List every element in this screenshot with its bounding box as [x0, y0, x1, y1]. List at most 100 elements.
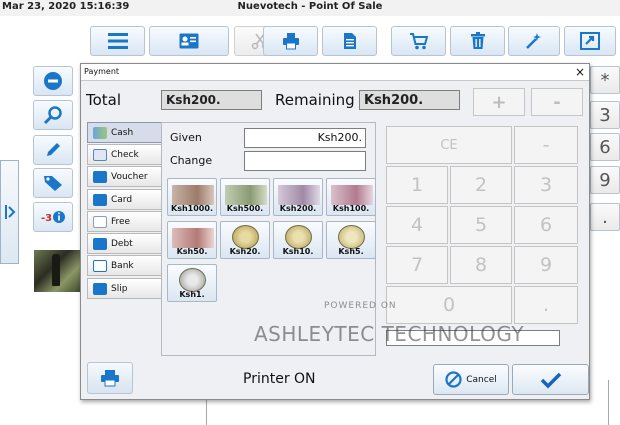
key-9[interactable]: 9: [514, 246, 578, 284]
checkmark-icon: [540, 372, 561, 388]
document-icon: [343, 33, 356, 49]
denomination-1000[interactable]: Ksh1000.: [167, 178, 217, 216]
key-minus[interactable]: -: [514, 126, 578, 164]
menu-icon: [107, 33, 128, 49]
key-3[interactable]: 3: [514, 166, 578, 204]
key-multiply[interactable]: *: [590, 66, 620, 94]
denomination-200[interactable]: Ksh200.: [273, 178, 323, 216]
key-6[interactable]: 6: [514, 206, 578, 244]
document-button[interactable]: [322, 26, 377, 56]
plus-button[interactable]: +: [473, 88, 525, 116]
collapse-panel-button[interactable]: [0, 160, 19, 264]
edit-button[interactable]: [33, 135, 73, 165]
minus-circle-icon: [44, 72, 62, 90]
cancel-button[interactable]: Cancel: [433, 364, 509, 395]
given-field[interactable]: Ksh200.: [244, 128, 366, 148]
menu-button[interactable]: [90, 26, 145, 56]
key-2[interactable]: 2: [450, 166, 512, 204]
cart-button[interactable]: [391, 26, 446, 56]
cash-icon: [93, 126, 107, 139]
watermark: ASHLEYTEC TECHNOLOGY: [254, 322, 525, 346]
tab-voucher[interactable]: Voucher: [87, 166, 163, 187]
key-dot[interactable]: .: [514, 286, 578, 324]
printer-status: Printer ON: [243, 371, 316, 387]
tab-check[interactable]: Check: [87, 144, 163, 165]
key-3[interactable]: 3: [590, 101, 620, 129]
minus-button[interactable]: -: [531, 88, 583, 116]
change-field: [244, 151, 366, 171]
customer-button[interactable]: [149, 26, 229, 56]
cash-panel: Given Ksh200. Change Ksh1000. Ksh500. Ks…: [161, 122, 376, 356]
payment-dialog: Payment × Total Ksh200. Remaining Ksh200…: [80, 63, 590, 400]
key-0[interactable]: 0: [386, 286, 512, 324]
denomination-500[interactable]: Ksh500.: [220, 178, 270, 216]
denomination-1[interactable]: Ksh1.: [167, 264, 217, 302]
denomination-5[interactable]: Ksh5.: [326, 221, 376, 259]
banknote-icon: [225, 185, 267, 205]
change-label: Change: [170, 154, 213, 167]
banknote-icon: [278, 185, 320, 205]
tab-bank[interactable]: Bank: [87, 255, 163, 276]
remaining-value: Ksh200.: [359, 90, 460, 110]
search-button[interactable]: [33, 100, 73, 130]
watermark-small: POWERED ON: [324, 301, 397, 311]
denomination-100[interactable]: Ksh100.: [326, 178, 376, 216]
svg-text:-3: -3: [41, 213, 52, 224]
close-icon[interactable]: ×: [575, 65, 585, 79]
key-4[interactable]: 4: [386, 206, 448, 244]
banknote-icon: [331, 185, 373, 205]
coin-icon: [179, 268, 206, 292]
dialog-title-bar: Payment ×: [81, 64, 589, 81]
tab-debt[interactable]: Debt: [87, 233, 163, 254]
key-6[interactable]: 6: [590, 133, 620, 161]
slip-icon: [93, 282, 107, 295]
printer-icon: [282, 33, 299, 50]
discount-icon: -3: [41, 211, 65, 224]
coin-icon: [338, 225, 365, 249]
debt-icon: [93, 237, 107, 250]
printer-icon: [101, 370, 119, 387]
voucher-icon: [93, 170, 107, 183]
app-title: Nuevotech - Point Of Sale: [237, 1, 383, 12]
tag-button[interactable]: [33, 168, 73, 198]
print-receipt-button[interactable]: [263, 26, 318, 56]
denomination-20[interactable]: Ksh20.: [220, 221, 270, 259]
ok-button[interactable]: [512, 364, 589, 395]
key-7[interactable]: 7: [386, 246, 448, 284]
pencil-icon: [47, 143, 60, 156]
product-image[interactable]: [34, 250, 80, 292]
magic-button[interactable]: [508, 26, 560, 56]
key-1[interactable]: 1: [386, 166, 448, 204]
fullscreen-button[interactable]: [564, 26, 616, 56]
title-bar: Mar 23, 2020 15:16:39 Nuevotech - Point …: [0, 0, 620, 16]
tab-cash[interactable]: Cash: [87, 122, 163, 143]
denomination-10[interactable]: Ksh10.: [273, 221, 323, 259]
coin-icon: [285, 225, 312, 249]
key-9[interactable]: 9: [590, 166, 620, 194]
banknote-icon: [172, 185, 214, 205]
divider: [608, 380, 609, 425]
payment-method-tabs: Cash Check Voucher Card Free Debt Bank S…: [87, 122, 163, 356]
delete-line-button[interactable]: [450, 26, 505, 56]
tab-slip[interactable]: Slip: [87, 278, 163, 299]
wand-icon: [526, 33, 541, 49]
key-5[interactable]: 5: [450, 206, 512, 244]
search-icon: [43, 106, 62, 125]
print-toggle-button[interactable]: [87, 362, 133, 394]
tab-free[interactable]: Free: [87, 211, 163, 232]
key-dot[interactable]: .: [590, 203, 620, 231]
divider: [206, 400, 207, 425]
discount-button[interactable]: -3: [33, 202, 73, 232]
remove-item-button[interactable]: [33, 66, 73, 96]
given-label: Given: [170, 131, 202, 144]
bank-icon: [93, 259, 107, 272]
customer-card-icon: [179, 33, 199, 49]
coin-icon: [232, 225, 259, 249]
key-8[interactable]: 8: [450, 246, 512, 284]
banknote-icon: [172, 228, 214, 248]
denomination-50[interactable]: Ksh50.: [167, 221, 217, 259]
check-icon: [93, 148, 107, 161]
total-value: Ksh200.: [161, 90, 262, 110]
key-ce[interactable]: CE: [386, 126, 512, 164]
tab-card[interactable]: Card: [87, 189, 163, 210]
